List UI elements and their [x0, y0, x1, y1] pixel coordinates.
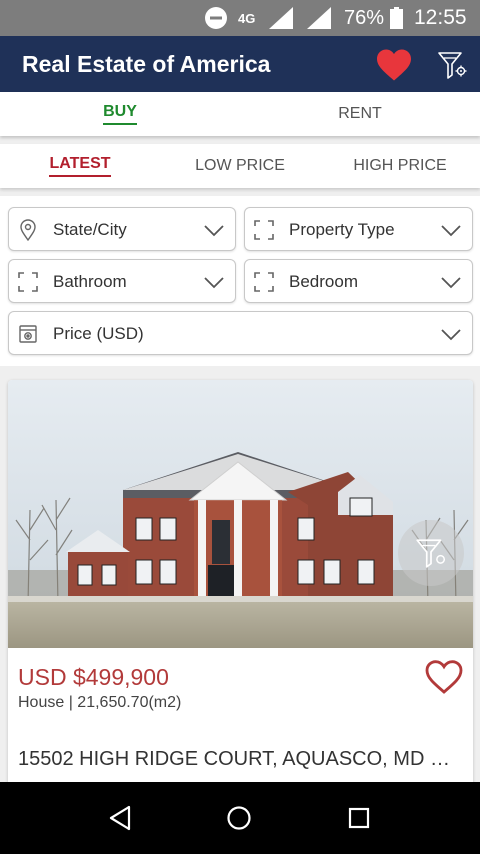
sort-tabs: LATEST LOW PRICE HIGH PRICE: [0, 144, 480, 188]
home-circle-icon: [227, 806, 251, 830]
filter-funnel-icon: [438, 52, 467, 79]
expand-frame-icon: [253, 271, 275, 293]
bathroom-dropdown[interactable]: Bathroom: [8, 259, 236, 303]
tab-buy-label: BUY: [103, 103, 137, 125]
back-triangle-icon: [109, 805, 131, 831]
bathroom-label: Bathroom: [53, 272, 127, 291]
tab-rent-label: RENT: [338, 105, 382, 122]
tab-rent[interactable]: RENT: [240, 92, 480, 136]
price-dropdown[interactable]: Price (USD): [8, 311, 473, 355]
do-not-disturb-icon: [204, 0, 228, 36]
property-type-dropdown[interactable]: Property Type: [244, 207, 473, 251]
expand-frame-icon: [17, 271, 39, 293]
back-button[interactable]: [100, 800, 140, 836]
property-type-label: Property Type: [289, 220, 395, 239]
chevron-down-icon: [204, 225, 224, 237]
sort-latest-label: LATEST: [49, 155, 111, 177]
tab-buy[interactable]: BUY: [0, 92, 240, 136]
listing-address[interactable]: 15502 HIGH RIDGE COURT, AQUASCO, MD 2060…: [18, 748, 458, 771]
status-bar: 4G 76% 12:55: [0, 0, 480, 36]
location-pin-icon: [17, 219, 39, 241]
battery-percent: 76%: [344, 6, 385, 29]
listing-favorite-button[interactable]: [424, 658, 464, 696]
filter-funnel-icon: [416, 539, 446, 568]
sort-low-price-tab[interactable]: LOW PRICE: [160, 144, 320, 188]
heart-outline-icon: [425, 660, 463, 694]
favorites-button[interactable]: [372, 45, 416, 85]
state-city-label: State/City: [53, 220, 127, 239]
chevron-down-icon: [441, 225, 461, 237]
buy-rent-tabs: BUY RENT: [0, 92, 480, 136]
listing-meta: House | 21,650.70(m2): [18, 694, 182, 711]
filter-panel: State/City Property Type Bathroom Bedroo…: [0, 196, 480, 366]
recent-square-icon: [348, 807, 370, 829]
signal-icon: [268, 0, 294, 36]
photo-filter-button[interactable]: [398, 520, 464, 586]
chevron-down-icon: [441, 277, 461, 289]
bedroom-dropdown[interactable]: Bedroom: [244, 259, 473, 303]
recent-apps-button[interactable]: [339, 800, 379, 836]
state-city-dropdown[interactable]: State/City: [8, 207, 236, 251]
listing-card[interactable]: USD $499,900 House | 21,650.70(m2) 15502…: [8, 380, 473, 790]
bedroom-label: Bedroom: [289, 272, 358, 291]
clock: 12:55: [414, 6, 467, 29]
listing-price: USD $499,900: [18, 664, 169, 690]
chevron-down-icon: [204, 277, 224, 289]
heart-icon: [377, 49, 411, 81]
system-nav-bar: [0, 782, 480, 854]
app-title: Real Estate of America: [22, 50, 271, 77]
expand-frame-icon: [253, 219, 275, 241]
price-label: Price (USD): [53, 324, 144, 343]
wifi-signal-icon: [306, 0, 332, 36]
filter-button[interactable]: [432, 45, 472, 85]
battery-icon: [390, 0, 403, 36]
sort-latest-tab[interactable]: LATEST: [0, 144, 160, 188]
cash-icon: [17, 323, 39, 345]
brick-house-photo[interactable]: [8, 380, 473, 648]
chevron-down-icon: [441, 329, 461, 341]
sort-low-price-label: LOW PRICE: [195, 157, 285, 174]
app-bar: Real Estate of America: [0, 36, 480, 92]
sort-high-price-label: HIGH PRICE: [353, 157, 447, 174]
sort-high-price-tab[interactable]: HIGH PRICE: [320, 144, 480, 188]
home-button[interactable]: [219, 800, 259, 836]
network-type: 4G: [238, 10, 256, 26]
